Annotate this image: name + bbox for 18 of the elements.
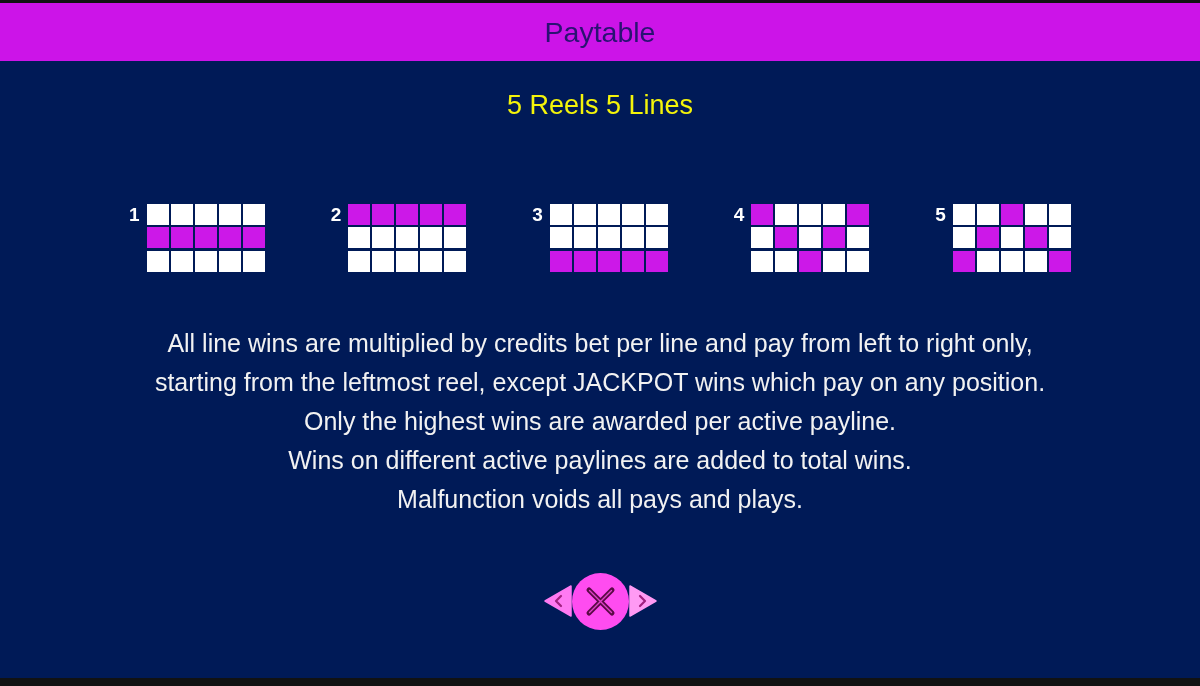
- rule-text: Only the highest wins are awarded per active payline.: [304, 405, 896, 437]
- payline-number: 1: [129, 205, 140, 224]
- chevron-right-icon: [628, 585, 657, 618]
- header-title: Paytable: [544, 17, 656, 47]
- rule-text: starting from the leftmost reel, except JACKPOT wins which pay on any position.: [154, 366, 1046, 398]
- next-button[interactable]: [628, 585, 657, 618]
- rule-text: Wins on different active paylines are added to total wins.: [288, 444, 912, 476]
- rule-text: Malfunction voids all pays and plays.: [397, 483, 803, 515]
- subtitle: 5 Reels 5 Lines: [506, 89, 694, 121]
- chevron-left-icon: [543, 585, 572, 618]
- rule-text: All line wins are multiplied by credits bet per line and pay from left to right only,: [167, 327, 1033, 359]
- previous-button[interactable]: [543, 585, 572, 618]
- close-button[interactable]: [571, 572, 629, 630]
- payline-number: 4: [733, 205, 745, 224]
- payline-number: 2: [330, 205, 342, 224]
- payline-number: 5: [935, 205, 946, 224]
- close-icon: [571, 572, 629, 630]
- payline-number: 3: [532, 205, 543, 224]
